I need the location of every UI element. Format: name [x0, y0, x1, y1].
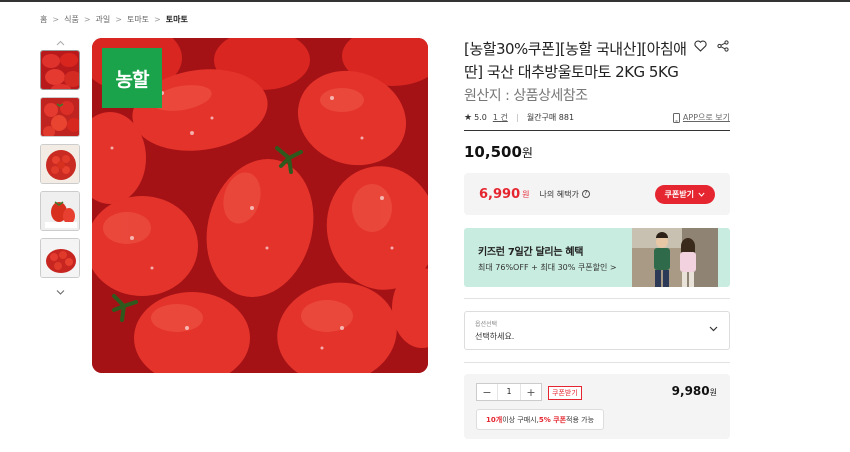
- option-select-value: 선택하세요.: [475, 332, 515, 341]
- decrease-quantity-button[interactable]: −: [477, 384, 497, 400]
- order-box: − 1 + 쿠폰받기 9,980원 10개 이상 구매시, 5% 쿠폰 적용 가…: [464, 374, 730, 439]
- chevron-down-icon[interactable]: [38, 285, 82, 299]
- breadcrumb-home[interactable]: 홈: [40, 14, 47, 25]
- thumbnail-4[interactable]: [40, 191, 80, 231]
- product-info: [농할30%쿠폰][농할 국내산][아침애딴] 국산 대추방울토마토 2KG 5…: [464, 38, 730, 105]
- option-select[interactable]: 옵션선택 선택하세요.: [464, 311, 730, 350]
- breadcrumb-food[interactable]: 식품: [64, 14, 79, 25]
- get-coupon-button[interactable]: 쿠폰받기: [654, 184, 715, 204]
- get-coupon-label: 쿠폰받기: [664, 189, 694, 199]
- banner-title: 키즈런 7일간 달리는 혜택: [478, 247, 584, 258]
- chevron-right-icon: >: [52, 15, 60, 24]
- benefit-price-currency: 원: [522, 189, 530, 199]
- chevron-up-icon[interactable]: [38, 36, 82, 50]
- brand-logo: 농할: [102, 48, 162, 108]
- quantity-input[interactable]: 1: [497, 384, 521, 400]
- divider: [464, 362, 730, 363]
- option-select-label: 옵션선택: [475, 321, 498, 328]
- thumbnail-list: [38, 36, 82, 299]
- share-icon[interactable]: [716, 39, 730, 53]
- product-origin: 원산지 : 상품상세참조: [464, 88, 588, 104]
- bulk-text-end: 적용 가능: [566, 415, 595, 424]
- app-view-link[interactable]: APP으로 보기: [672, 112, 730, 123]
- order-price-currency: 원: [709, 388, 717, 397]
- monthly-purchase: 월간구매 881: [526, 113, 575, 122]
- quantity-stepper: − 1 +: [476, 383, 542, 401]
- product-price: 10,500원: [464, 143, 533, 161]
- rating-score: 5.0: [474, 113, 487, 122]
- benefit-price-label: 나의 혜택가?: [540, 189, 590, 200]
- heart-icon[interactable]: [693, 39, 707, 53]
- breadcrumb: 홈 > 식품 > 과일 > 토마토 > 토마토: [40, 14, 188, 25]
- increase-quantity-button[interactable]: +: [521, 384, 541, 400]
- promo-banner[interactable]: 키즈런 7일간 달리는 혜택 최대 76%OFF + 최대 30% 쿠폰할인 >: [464, 228, 730, 287]
- app-view-label: APP으로 보기: [682, 113, 730, 122]
- top-border: [0, 0, 850, 2]
- divider: [464, 130, 730, 131]
- thumbnail-2[interactable]: [40, 97, 80, 137]
- breadcrumb-fruit[interactable]: 과일: [96, 14, 111, 25]
- bulk-count: 10개: [486, 415, 503, 424]
- benefit-price-value: 6,990: [479, 186, 521, 202]
- banner-subtitle: 최대 76%OFF + 최대 30% 쿠폰할인 >: [478, 263, 617, 272]
- divider: [464, 298, 730, 299]
- coupon-tag[interactable]: 쿠폰받기: [548, 386, 582, 400]
- title-actions: [693, 39, 730, 53]
- chevron-right-icon: >: [154, 15, 161, 24]
- review-count-link[interactable]: 1 건: [493, 112, 508, 123]
- thumbnail-3[interactable]: [40, 144, 80, 184]
- price-value: 10,500: [464, 143, 522, 161]
- bulk-discount-notice: 10개 이상 구매시, 5% 쿠폰 적용 가능: [476, 409, 605, 430]
- mobile-phone-icon: [672, 112, 680, 123]
- order-price-value: 9,980: [671, 384, 710, 398]
- thumbnail-1[interactable]: [40, 50, 80, 90]
- rating-row: ★ 5.0 1 건 월간구매 881 APP으로 보기: [464, 112, 730, 123]
- divider: [516, 113, 518, 122]
- thumbnail-5[interactable]: [40, 238, 80, 278]
- order-price: 9,980원: [672, 384, 717, 398]
- star-icon: ★: [464, 112, 473, 123]
- product-title: [농할30%쿠폰][농할 국내산][아침애딴] 국산 대추방울토마토 2KG 5…: [464, 40, 687, 81]
- breadcrumb-tomato[interactable]: 토마토: [127, 14, 149, 25]
- product-main-image: 농할: [92, 38, 428, 373]
- chevron-down-icon: [709, 326, 718, 332]
- bulk-text: 이상 구매시,: [502, 415, 539, 424]
- benefit-label-text: 나의 혜택가: [539, 189, 579, 199]
- bulk-discount: 5% 쿠폰: [538, 415, 567, 424]
- chevron-right-icon: >: [115, 15, 122, 24]
- chevron-right-icon: >: [83, 15, 91, 24]
- banner-kids-image: [632, 228, 718, 287]
- chevron-down-icon: [698, 192, 705, 197]
- price-currency: 원: [521, 146, 533, 160]
- breadcrumb-current[interactable]: 토마토: [166, 14, 188, 25]
- benefit-price-box: 6,990 원 나의 혜택가? 쿠폰받기: [464, 173, 730, 215]
- help-icon[interactable]: ?: [581, 190, 590, 198]
